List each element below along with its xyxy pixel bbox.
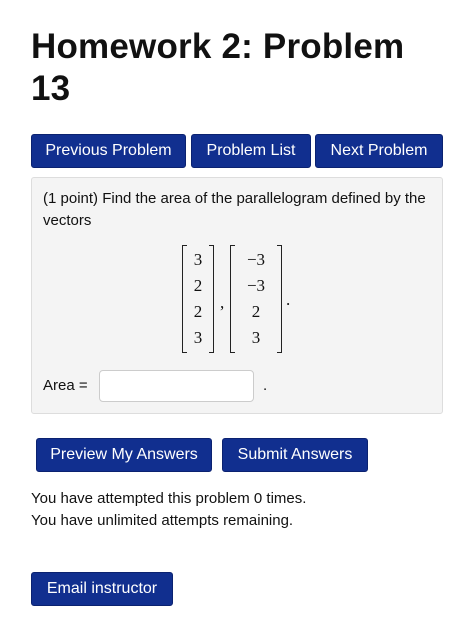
vector-1: 3 2 2 3 bbox=[182, 245, 214, 353]
problem-list-button[interactable]: Problem List bbox=[191, 134, 311, 168]
vector-1-entry-3: 2 bbox=[193, 302, 203, 321]
submit-answers-button[interactable]: Submit Answers bbox=[222, 438, 368, 472]
page-title: Homework 2: Problem 13 bbox=[31, 27, 405, 108]
problem-statement: (1 point) Find the area of the parallelo… bbox=[43, 190, 426, 229]
vector-end-period: . bbox=[286, 290, 291, 309]
right-bracket bbox=[209, 245, 214, 353]
page: Homework 2: Problem 13 Previous Problem … bbox=[0, 0, 474, 628]
vector-separator: , bbox=[220, 293, 225, 312]
area-answer-input[interactable] bbox=[99, 370, 254, 402]
vector-2-entry-2: −3 bbox=[246, 276, 266, 295]
vector-2-entry-3: 2 bbox=[251, 302, 261, 321]
vector-display: 3 2 2 3 , −3 −3 2 3 . bbox=[182, 245, 332, 357]
preview-answers-button[interactable]: Preview My Answers bbox=[36, 438, 212, 472]
previous-problem-button[interactable]: Previous Problem bbox=[31, 134, 186, 168]
answer-period: . bbox=[263, 377, 268, 394]
vector-1-entry-2: 2 bbox=[193, 276, 203, 295]
next-problem-button[interactable]: Next Problem bbox=[315, 134, 443, 168]
email-instructor-button[interactable]: Email instructor bbox=[31, 572, 173, 606]
vector-2-entry-4: 3 bbox=[251, 328, 261, 347]
area-label: Area = bbox=[43, 377, 88, 394]
problem-panel: (1 point) Find the area of the parallelo… bbox=[31, 177, 443, 414]
vector-1-entry-4: 3 bbox=[193, 328, 203, 347]
attempt-status: You have attempted this problem 0 times.… bbox=[31, 488, 306, 532]
vector-1-entry-1: 3 bbox=[193, 250, 203, 269]
attempts-remaining-text: You have unlimited attempts remaining. bbox=[31, 512, 294, 529]
attempts-count-text: You have attempted this problem 0 times. bbox=[31, 490, 307, 507]
right-bracket bbox=[277, 245, 282, 353]
vector-2: −3 −3 2 3 bbox=[230, 245, 282, 353]
vector-2-entry-1: −3 bbox=[246, 250, 266, 269]
